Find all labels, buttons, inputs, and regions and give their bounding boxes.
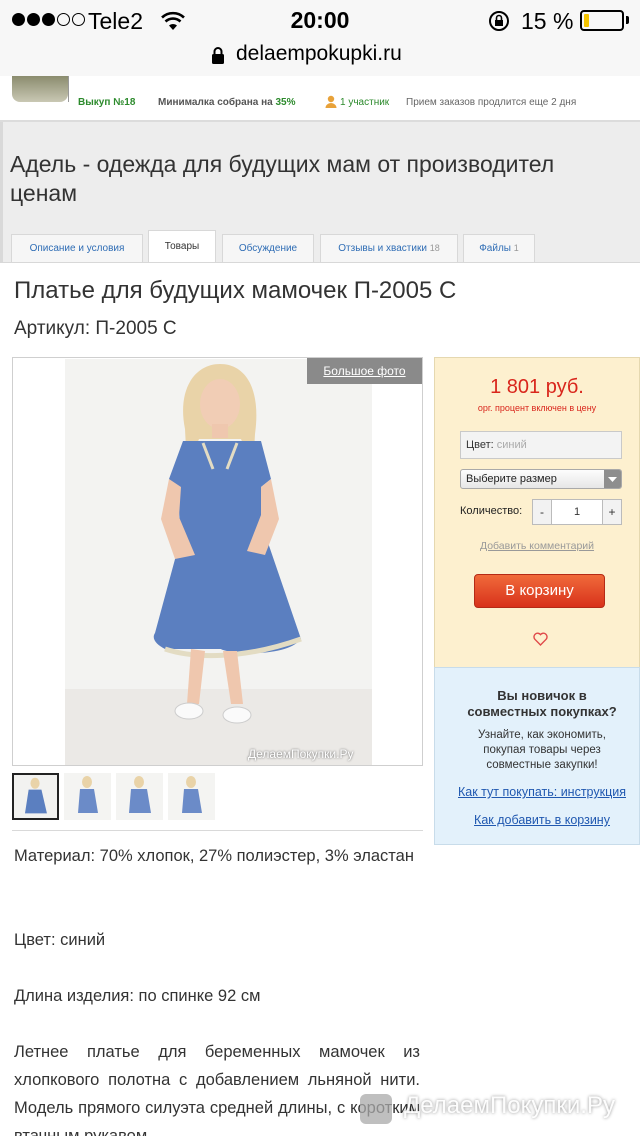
battery-percent: 15 % <box>521 8 574 34</box>
newbie-text: Узнайте, как экономить, покупая товары ч… <box>478 729 606 771</box>
product-length: Длина изделия: по спинке 92 см <box>14 987 261 1005</box>
purchase-logo-thumbnail[interactable] <box>12 76 68 102</box>
tab-files[interactable]: Файлы 1 <box>463 234 535 262</box>
tab-products[interactable]: Товары <box>148 230 216 263</box>
heart-icon[interactable] <box>533 632 548 646</box>
page-title: Адель - одежда для будущих мам от произв… <box>10 151 555 206</box>
site-watermark: ДелаемПокупки.Ру <box>404 1092 615 1119</box>
color-field[interactable]: Цвет: синий <box>460 431 622 459</box>
product-description: Летнее платье для беременных мамочек из … <box>14 1043 420 1136</box>
product-title: Платье для будущих мамочек П-2005 С <box>14 277 457 304</box>
how-to-add-to-cart-link[interactable]: Как добавить в корзину <box>434 813 640 827</box>
price: 1 801 руб. <box>490 376 584 398</box>
quantity-label: Количество: <box>460 505 523 517</box>
tab-discussion[interactable]: Обсуждение <box>222 234 314 262</box>
quantity-increase-button[interactable]: + <box>602 499 622 525</box>
lock-icon <box>212 47 224 64</box>
product-photo[interactable] <box>65 359 372 765</box>
photo-thumbnail[interactable] <box>12 773 59 820</box>
status-bar: Tele2 20:00 15 % <box>0 0 640 40</box>
big-photo-button[interactable]: Большое фото <box>307 358 422 384</box>
rotation-lock-icon <box>489 11 509 31</box>
photo-thumbnail[interactable] <box>116 773 163 820</box>
quantity-input[interactable]: 1 <box>552 499 602 525</box>
battery-icon <box>580 10 624 31</box>
how-to-buy-link[interactable]: Как тут покупать: инструкция <box>434 785 640 799</box>
product-material: Материал: 70% хлопок, 27% полиэстер, 3% … <box>14 847 414 865</box>
tab-description[interactable]: Описание и условия <box>11 234 143 262</box>
order-deadline: Прием заказов продлится еще 2 дня <box>406 97 577 108</box>
photo-thumbnail[interactable] <box>168 773 215 820</box>
price-note: орг. процент включен в цену <box>477 403 597 413</box>
minimum-status: Минималка собрана на 35% <box>158 97 296 108</box>
newbie-title: Вы новичок в совместных покупках? <box>467 688 617 719</box>
size-select[interactable]: Выберите размер <box>460 469 622 489</box>
product-color: Цвет: синий <box>14 931 106 949</box>
photo-thumbnail[interactable] <box>64 773 111 820</box>
photo-watermark: ДелаемПокупки.Ру <box>248 747 354 761</box>
quantity-decrease-button[interactable]: - <box>532 499 552 525</box>
product-article: Артикул: П-2005 С <box>14 318 177 339</box>
chevron-down-icon[interactable] <box>604 470 621 488</box>
user-icon <box>325 95 337 108</box>
add-to-cart-button[interactable]: В корзину <box>474 574 605 608</box>
url-text[interactable]: delaempokupki.ru <box>236 42 402 66</box>
camera-icon <box>360 1094 392 1124</box>
purchase-number: Выкуп №18 <box>78 97 136 108</box>
add-comment-link[interactable]: Добавить комментарий <box>434 540 640 552</box>
tab-reviews[interactable]: Отзывы и хвастики 18 <box>320 234 458 262</box>
participants-link[interactable]: 1 участник <box>340 97 389 108</box>
